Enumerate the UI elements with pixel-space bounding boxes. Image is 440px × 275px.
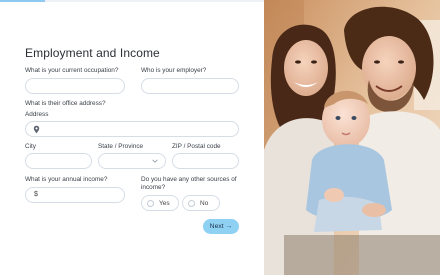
form-pane: Employment and Income What is your curre…: [0, 0, 264, 275]
occupation-label: What is your current occupation?: [25, 67, 119, 74]
employer-input[interactable]: [141, 78, 239, 94]
radio-circle-icon: [147, 200, 154, 207]
address-input[interactable]: [25, 121, 239, 137]
radio-yes[interactable]: Yes: [141, 195, 179, 211]
radio-no-label: No: [200, 199, 209, 207]
employer-label: Who is your employer?: [141, 67, 207, 74]
state-select[interactable]: [98, 153, 166, 169]
page-title: Employment and Income: [25, 46, 160, 60]
address-label: Address: [25, 111, 49, 118]
radio-yes-label: Yes: [159, 199, 170, 207]
income-label: What is your annual income?: [25, 176, 108, 183]
radio-no[interactable]: No: [182, 195, 220, 211]
family-photo-illustration: [264, 0, 440, 275]
currency-prefix: $: [34, 191, 38, 198]
state-label: State / Province: [98, 143, 144, 150]
income-input[interactable]: $: [25, 187, 125, 203]
occupation-input[interactable]: [25, 78, 125, 94]
city-label: City: [25, 143, 37, 150]
other-sources-label-2: income?: [141, 184, 166, 191]
zip-label: ZIP / Postal code: [172, 143, 221, 150]
chevron-down-icon: [152, 159, 158, 163]
family-photo: [264, 0, 440, 275]
city-input[interactable]: [25, 153, 92, 169]
other-sources-label-1: Do you have any other sources of: [141, 176, 237, 183]
location-pin-icon: [33, 125, 40, 134]
next-button[interactable]: Next →: [203, 219, 239, 234]
office-address-heading: What is their office address?: [25, 100, 106, 107]
zip-input[interactable]: [172, 153, 239, 169]
radio-circle-icon: [188, 200, 195, 207]
